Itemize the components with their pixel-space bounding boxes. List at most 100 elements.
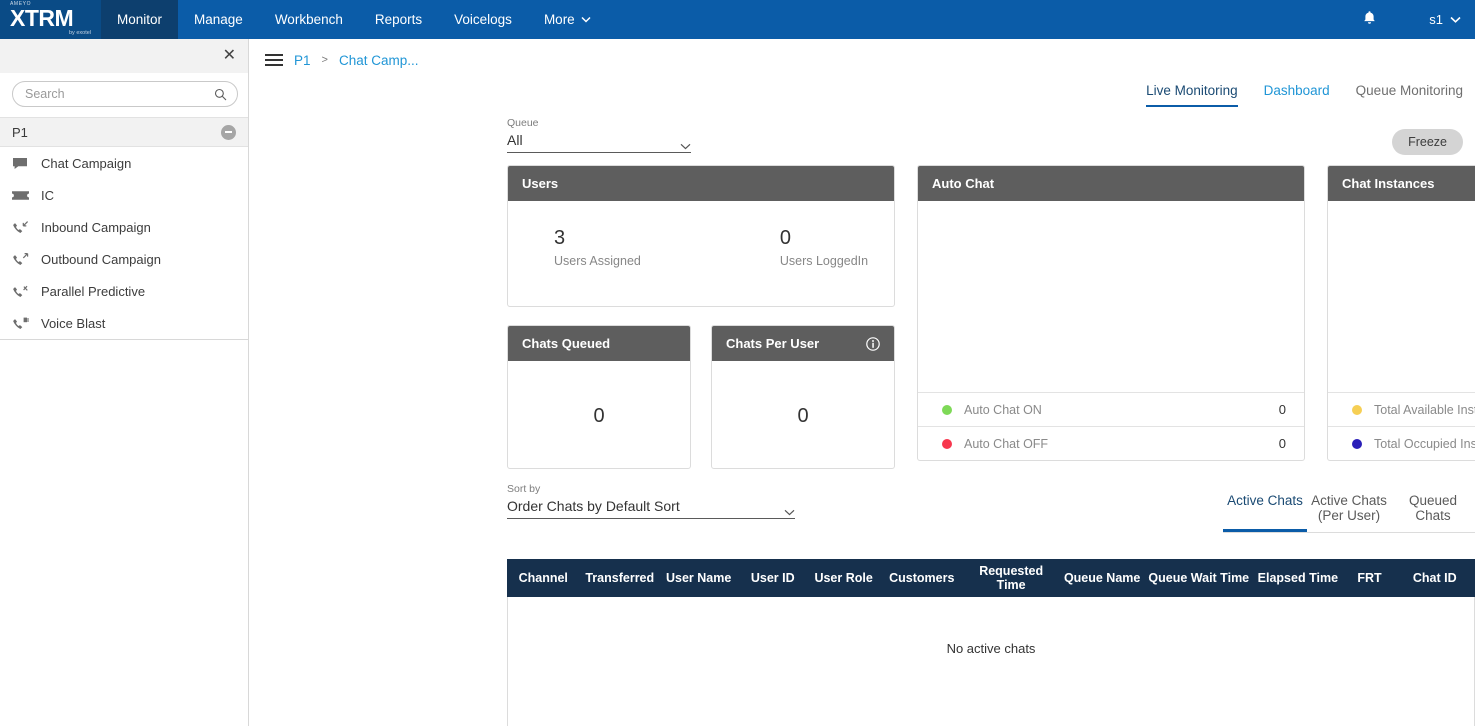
card-chats-per-user-value: 0 xyxy=(797,405,809,427)
status-dot-occupied xyxy=(1352,438,1362,449)
sidebar-group-p1[interactable]: P1 xyxy=(0,117,248,147)
column-header-queue-name[interactable]: Queue Name xyxy=(1058,571,1147,585)
sidebar-item-inbound-campaign[interactable]: Inbound Campaign xyxy=(0,211,248,243)
nav-item-monitor-label: Monitor xyxy=(117,12,163,27)
card-users: Users 3 Users Assigned 0 Users LoggedIn xyxy=(507,165,895,307)
tab-dashboard[interactable]: Dashboard xyxy=(1264,83,1330,107)
sidebar-close-row: ✕ xyxy=(0,39,248,73)
nav-item-reports-label: Reports xyxy=(374,12,423,27)
chevron-down-icon xyxy=(1450,15,1461,25)
card-auto-chat-legend: Auto Chat ON 0 Auto Chat OFF 0 xyxy=(918,392,1304,460)
tab-queued-chats[interactable]: Queued Chats xyxy=(1391,493,1475,532)
legend-item: Total Available Instances 0 xyxy=(1328,392,1475,426)
card-chat-instances-legend: Total Available Instances 0 Total Occupi… xyxy=(1328,392,1475,460)
user-menu-label: s1 xyxy=(1429,12,1443,27)
card-auto-chat-title: Auto Chat xyxy=(918,166,1304,201)
sidebar-item-parallel-predictive[interactable]: Parallel Predictive xyxy=(0,275,248,307)
sidebar-item-label: Chat Campaign xyxy=(41,155,132,171)
card-chat-instances-title: Chat Instances xyxy=(1328,166,1475,201)
nav-item-manage[interactable]: Manage xyxy=(178,0,259,39)
column-header-user-role[interactable]: User Role xyxy=(808,571,879,585)
sidebar-item-chat-campaign[interactable]: Chat Campaign xyxy=(0,147,248,179)
nav-item-more-label: More xyxy=(543,12,575,27)
sidebar-search-row xyxy=(0,73,248,117)
table-header-row: Channel Transferred User Name User ID Us… xyxy=(507,559,1475,597)
sidebar-item-voice-blast[interactable]: Voice Blast xyxy=(0,307,248,339)
sidebar-item-outbound-campaign[interactable]: Outbound Campaign xyxy=(0,243,248,275)
top-right-area: s1 xyxy=(1362,0,1475,39)
legend-label: Auto Chat ON xyxy=(964,402,1042,417)
info-icon[interactable] xyxy=(866,336,880,351)
tab-active-chats-per-user[interactable]: Active Chats (Per User) xyxy=(1307,493,1391,532)
nav-item-monitor[interactable]: Monitor xyxy=(101,0,179,39)
legend-value: 0 xyxy=(1278,402,1286,417)
sort-filter-label: Sort by xyxy=(507,483,541,495)
chat-icon xyxy=(12,156,29,171)
nav-item-voicelogs-label: Voicelogs xyxy=(454,12,512,27)
user-menu[interactable]: s1 xyxy=(1429,12,1461,27)
sidebar-item-label: Outbound Campaign xyxy=(41,251,161,267)
sidebar-item-label: Parallel Predictive xyxy=(41,283,146,299)
column-header-queue-wait-time[interactable]: Queue Wait Time xyxy=(1146,571,1251,585)
column-header-channel[interactable]: Channel xyxy=(507,571,579,585)
nav-item-reports[interactable]: Reports xyxy=(359,0,438,39)
column-header-user-name[interactable]: User Name xyxy=(660,571,737,585)
column-header-transferred[interactable]: Transferred xyxy=(579,571,660,585)
legend-item: Auto Chat OFF 0 xyxy=(918,426,1304,460)
status-dot-available xyxy=(1352,404,1362,415)
sidebar-item-ic[interactable]: IC xyxy=(0,179,248,211)
table-body: No active chats xyxy=(507,597,1475,726)
card-chats-queued-value: 0 xyxy=(593,405,605,427)
chevron-down-icon xyxy=(784,503,795,515)
sidebar-item-label: IC xyxy=(41,187,54,203)
search-icon[interactable] xyxy=(214,88,227,101)
queue-filter-select[interactable]: All xyxy=(507,132,691,153)
breadcrumb-separator: > xyxy=(321,54,328,66)
nav-item-voicelogs[interactable]: Voicelogs xyxy=(438,0,528,39)
column-header-frt[interactable]: FRT xyxy=(1345,571,1395,585)
close-icon[interactable]: ✕ xyxy=(223,48,236,64)
freeze-button[interactable]: Freeze xyxy=(1392,129,1463,155)
sort-filter-value: Order Chats by Default Sort xyxy=(507,498,680,514)
tab-active-chats[interactable]: Active Chats xyxy=(1223,493,1307,532)
column-header-requested-time[interactable]: Requested Time xyxy=(964,564,1057,592)
phone-inbound-icon xyxy=(12,220,29,235)
card-chats-per-user: Chats Per User 0 xyxy=(711,325,895,469)
active-chats-table: Channel Transferred User Name User ID Us… xyxy=(507,559,1475,726)
chevron-down-icon xyxy=(680,137,691,149)
legend-item: Total Occupied Instances 0 xyxy=(1328,426,1475,460)
card-auto-chat: Auto Chat Auto Chat ON 0 Auto Chat OFF 0 xyxy=(917,165,1305,461)
nav-item-more[interactable]: More xyxy=(528,0,607,39)
tab-live-monitoring[interactable]: Live Monitoring xyxy=(1146,83,1238,107)
bell-icon[interactable] xyxy=(1362,10,1429,30)
hamburger-menu-icon[interactable] xyxy=(265,54,283,66)
legend-label: Auto Chat OFF xyxy=(964,436,1049,451)
column-header-user-id[interactable]: User ID xyxy=(737,571,808,585)
column-header-chat-id[interactable]: Chat ID xyxy=(1394,571,1475,585)
empty-state-message: No active chats xyxy=(946,641,1036,656)
card-chats-per-user-header: Chats Per User xyxy=(712,326,894,361)
status-dot-on xyxy=(942,404,952,415)
metric-label: Users LoggedIn xyxy=(779,254,869,268)
app-logo[interactable]: AMEYO XTRM by exotel xyxy=(0,0,101,39)
breadcrumb-root[interactable]: P1 xyxy=(294,53,311,68)
sort-filter: Sort by Order Chats by Default Sort xyxy=(507,483,795,519)
card-chats-queued-title: Chats Queued xyxy=(508,326,690,361)
tab-queue-monitoring[interactable]: Queue Monitoring xyxy=(1356,83,1463,107)
search-box[interactable] xyxy=(12,81,238,107)
column-header-elapsed-time[interactable]: Elapsed Time xyxy=(1251,571,1344,585)
search-input[interactable] xyxy=(25,87,214,101)
sidebar-item-list: Chat Campaign IC Inbound Campaign Outbou… xyxy=(0,147,248,340)
chevron-down-icon xyxy=(581,15,591,25)
ticket-icon xyxy=(12,188,29,203)
nav-item-workbench-label: Workbench xyxy=(274,12,343,27)
card-chat-instances: Chat Instances Total Available Instances… xyxy=(1327,165,1475,461)
sort-filter-select[interactable]: Order Chats by Default Sort xyxy=(507,498,795,519)
legend-item: Auto Chat ON 0 xyxy=(918,392,1304,426)
metric-users-assigned: 3 Users Assigned xyxy=(554,227,641,268)
breadcrumb-current[interactable]: Chat Camp... xyxy=(339,53,419,68)
column-header-customers[interactable]: Customers xyxy=(879,571,964,585)
collapse-icon[interactable] xyxy=(221,124,236,140)
nav-item-workbench[interactable]: Workbench xyxy=(259,0,359,39)
logo-brand-by: by exotel xyxy=(68,30,91,36)
